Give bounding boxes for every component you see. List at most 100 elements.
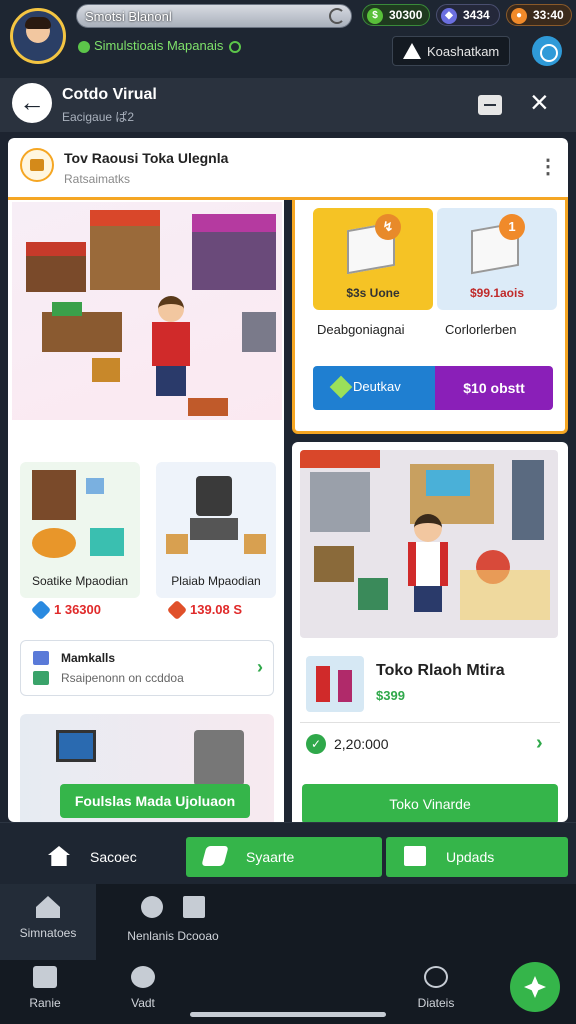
status-dot-icon bbox=[229, 40, 242, 53]
add-fab-button[interactable] bbox=[510, 962, 560, 1012]
right-column: ↯ $3s Uone 1 $99.1aois Deabgoniagnai Cor… bbox=[292, 200, 568, 822]
product-card-2[interactable]: Plaiab Mpaodian bbox=[156, 462, 276, 598]
upgrade-action-button[interactable]: Updads bbox=[386, 837, 568, 877]
market-scene-illustration bbox=[300, 450, 558, 638]
archive-icon[interactable] bbox=[478, 95, 502, 115]
box-icon bbox=[404, 846, 426, 866]
cashier-body bbox=[408, 542, 448, 586]
offers-box: ↯ $3s Uone 1 $99.1aois Deabgoniagnai Cor… bbox=[292, 200, 568, 434]
monitor-illustration bbox=[56, 730, 96, 762]
floor-mat bbox=[460, 570, 550, 620]
buy-button-right[interactable]: $10 obstt bbox=[435, 366, 553, 410]
gem-icon: ◆ bbox=[441, 8, 457, 24]
currency-fire[interactable]: ● 33:40 bbox=[506, 4, 572, 26]
offer-badge: ↯ bbox=[375, 214, 401, 240]
more-options-icon[interactable]: ⋮ bbox=[538, 154, 558, 179]
tag-icon bbox=[329, 375, 353, 399]
cash-icon: $ bbox=[367, 8, 383, 24]
offer-price: $3s Uone bbox=[346, 286, 400, 300]
store-stat: ✓ 2,20:000 bbox=[306, 734, 389, 754]
globe-icon[interactable] bbox=[532, 36, 562, 66]
alert-button[interactable]: Koashatkam bbox=[392, 36, 510, 66]
refresh-icon[interactable] bbox=[329, 8, 345, 24]
store-hero-illustration bbox=[12, 202, 282, 420]
shopkeeper-head bbox=[158, 296, 184, 322]
ruby-icon bbox=[166, 599, 188, 621]
tab-details[interactable]: Diateis bbox=[400, 966, 472, 1020]
tab-ranking[interactable]: Ranie bbox=[10, 966, 80, 1020]
shop-header: Tov Raousi Toka Ulegnla Ratsaimatks ⋮ bbox=[8, 138, 568, 200]
shop-window bbox=[310, 472, 370, 532]
player-name-pill[interactable]: Smotsi Blanonl bbox=[76, 4, 352, 28]
store-cta-button[interactable]: Toko Vinarde bbox=[302, 784, 558, 822]
screen bbox=[426, 470, 470, 496]
store-thumbnail bbox=[306, 656, 364, 712]
store-price: $399 bbox=[376, 688, 405, 703]
bread-illustration bbox=[32, 528, 76, 558]
upgrade-banner[interactable]: Foulslas Mada Ujoluaon bbox=[60, 784, 250, 818]
shopkeeper-body bbox=[152, 322, 190, 366]
sign-post bbox=[512, 460, 544, 540]
back-button[interactable]: ← bbox=[12, 83, 52, 123]
tab-vault[interactable]: Vadt bbox=[108, 966, 178, 1020]
offer-badge: 1 bbox=[499, 214, 525, 240]
floor-tile bbox=[188, 398, 228, 416]
warning-icon bbox=[403, 43, 421, 59]
counter bbox=[42, 312, 122, 352]
shop-subtitle: Ratsaimatks bbox=[64, 172, 131, 186]
lock-icon bbox=[33, 966, 57, 988]
house-icon bbox=[183, 896, 205, 918]
buy-button-left[interactable]: Deutkav bbox=[313, 366, 435, 410]
upload-icon bbox=[36, 896, 60, 918]
materials-subtitle: Rsaipenonn on ccddoa bbox=[61, 671, 184, 685]
offer-card-2[interactable]: 1 $99.1aois bbox=[437, 208, 557, 310]
offer-label-2: Corlorlerben bbox=[445, 322, 517, 337]
chevron-right-icon[interactable]: › bbox=[536, 732, 543, 755]
product-grid: Soatike Mpaodian Plaiab Mpaodian bbox=[20, 462, 276, 598]
materials-row[interactable]: Mamkalls Rsaipenonn on ccddoa › bbox=[20, 640, 274, 696]
home-indicator bbox=[190, 1012, 386, 1017]
home-action-button[interactable]: Sacoec bbox=[30, 837, 180, 877]
basket-illustration bbox=[90, 528, 124, 556]
leaf-icon bbox=[78, 40, 90, 53]
cog-icon bbox=[131, 966, 155, 988]
player-name: Smotsi Blanonl bbox=[85, 9, 172, 24]
shop-title: Tov Raousi Toka Ulegnla bbox=[64, 150, 229, 166]
divider bbox=[300, 722, 560, 723]
boutique bbox=[192, 214, 276, 290]
crate-icon bbox=[33, 671, 49, 685]
close-icon[interactable]: × bbox=[530, 86, 549, 118]
currency-cash[interactable]: $30300 bbox=[362, 4, 430, 26]
top-bar: Smotsi Blanonl $30300 ◆ 3434 ● 33:40 Simul… bbox=[0, 0, 576, 78]
currency-gems[interactable]: ◆ 3434 bbox=[436, 4, 500, 26]
shelf-illustration bbox=[32, 470, 76, 520]
materials-title: Mamkalls bbox=[61, 651, 116, 665]
product-price-2: 139.08 S bbox=[166, 599, 242, 621]
goods-crate bbox=[52, 302, 82, 316]
product-price-1: 1 36300 bbox=[30, 599, 101, 621]
left-column: Soatike Mpaodian Plaiab Mpaodian 1 36300… bbox=[8, 200, 284, 822]
offer-card-1[interactable]: ↯ $3s Uone bbox=[313, 208, 433, 310]
shop-icon bbox=[20, 148, 54, 182]
ticket-icon bbox=[201, 846, 229, 866]
player-avatar[interactable] bbox=[10, 8, 66, 64]
fire-icon: ● bbox=[511, 8, 527, 24]
product-name: Plaiab Mpaodian bbox=[171, 574, 261, 588]
cart bbox=[242, 312, 276, 352]
shop-stall bbox=[26, 242, 86, 292]
product-card-1[interactable]: Soatike Mpaodian bbox=[20, 462, 140, 598]
offer-label-1: Deabgoniagnai bbox=[317, 322, 405, 337]
spend-action-button[interactable]: Syaarte bbox=[186, 837, 382, 877]
cashier-legs bbox=[414, 586, 442, 612]
register-stand bbox=[190, 518, 238, 540]
action-bar: Sacoec Syaarte Updads bbox=[0, 822, 576, 884]
shelf bbox=[314, 546, 354, 582]
cube-icon bbox=[86, 478, 104, 494]
cube-icon bbox=[33, 651, 49, 665]
scale-illustration bbox=[194, 730, 244, 786]
shopkeeper-legs bbox=[156, 366, 186, 396]
screen-header: ← Cotdo Virual Eacigaue ぱ2 × bbox=[0, 78, 576, 132]
tab-settings-store[interactable]: Nenlanis Dcooao bbox=[118, 884, 228, 960]
awning bbox=[300, 450, 380, 468]
tab-simulation[interactable]: Simnatoes bbox=[0, 884, 96, 960]
